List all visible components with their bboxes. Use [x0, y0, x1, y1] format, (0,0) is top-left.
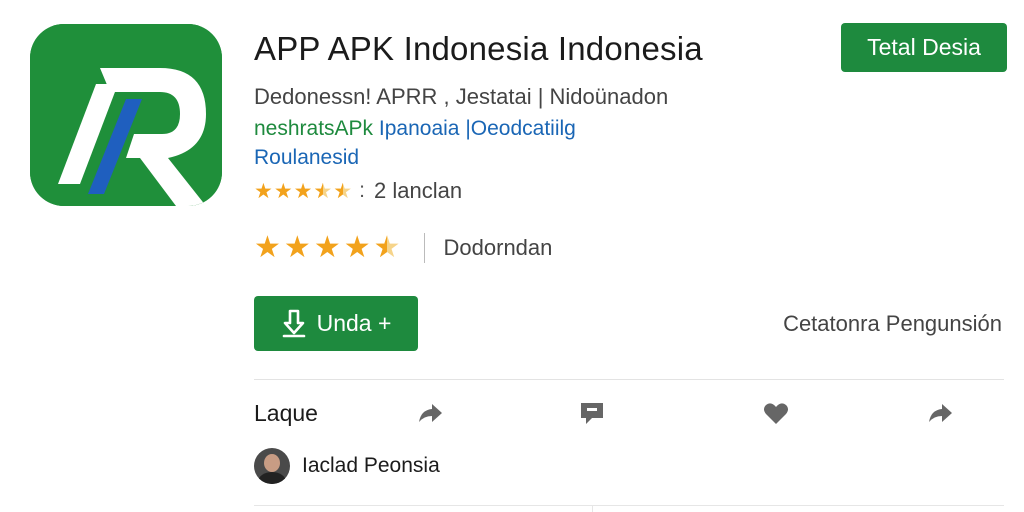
rating-large: ★ ★ ★ ★ ★★ Dodorndan	[254, 230, 552, 265]
user-name: Iaclad Peonsia	[302, 454, 440, 477]
developer-region[interactable]: Roulanesid	[254, 146, 359, 170]
star-icon: ★	[254, 179, 273, 203]
app-icon	[30, 24, 222, 206]
install-button[interactable]: Tetal Desia	[841, 23, 1007, 72]
star-icon: ★	[283, 231, 311, 264]
developer-line: neshratsAPk Ipanoaia |Oeodcatiilg	[254, 117, 576, 141]
app-title: APP APK Indonesia Indonesia	[254, 30, 703, 67]
star-icon: ★	[343, 231, 371, 264]
rating-separator: :	[359, 179, 365, 202]
avatar	[254, 448, 290, 484]
action-row: Laque	[254, 396, 1004, 432]
rating-small: ★ ★ ★ ★★ ★★ : 2 lanclan	[254, 178, 462, 204]
rating-divider	[423, 232, 425, 263]
developer-category[interactable]: Ipanoaia |Oeodcatiilg	[379, 117, 576, 140]
star-icon: ★	[313, 231, 341, 264]
heart-icon[interactable]	[760, 398, 792, 428]
comment-icon[interactable]	[576, 398, 608, 428]
forward-icon[interactable]	[924, 398, 956, 428]
bottom-split-divider	[592, 505, 593, 512]
rating-label: Dodorndan	[443, 234, 553, 260]
bottom-divider	[254, 505, 1004, 506]
developer-name[interactable]: neshratsAPk	[254, 117, 373, 140]
app-meta: Dedonessn! APRR , Jestatai | Nidoünadon	[254, 84, 669, 109]
download-button[interactable]: Unda +	[254, 296, 418, 351]
user-row[interactable]: Iaclad Peonsia	[254, 448, 440, 484]
half-star-icon: ★★	[373, 231, 401, 264]
half-star-icon: ★★	[333, 179, 353, 203]
download-icon	[282, 309, 305, 337]
star-icon: ★	[293, 179, 313, 203]
download-label: Unda +	[316, 310, 392, 336]
star-icon: ★	[273, 179, 293, 203]
half-star-icon: ★★	[313, 179, 333, 203]
star-icon: ★	[254, 231, 281, 264]
section-divider	[254, 379, 1004, 380]
action-label: Laque	[254, 400, 318, 426]
app-logo-icon	[30, 24, 222, 206]
developer-link[interactable]: Cetatonra Pengunsión	[783, 311, 1002, 337]
rating-count: 2 lanclan	[373, 178, 463, 203]
share-icon[interactable]	[414, 398, 446, 428]
